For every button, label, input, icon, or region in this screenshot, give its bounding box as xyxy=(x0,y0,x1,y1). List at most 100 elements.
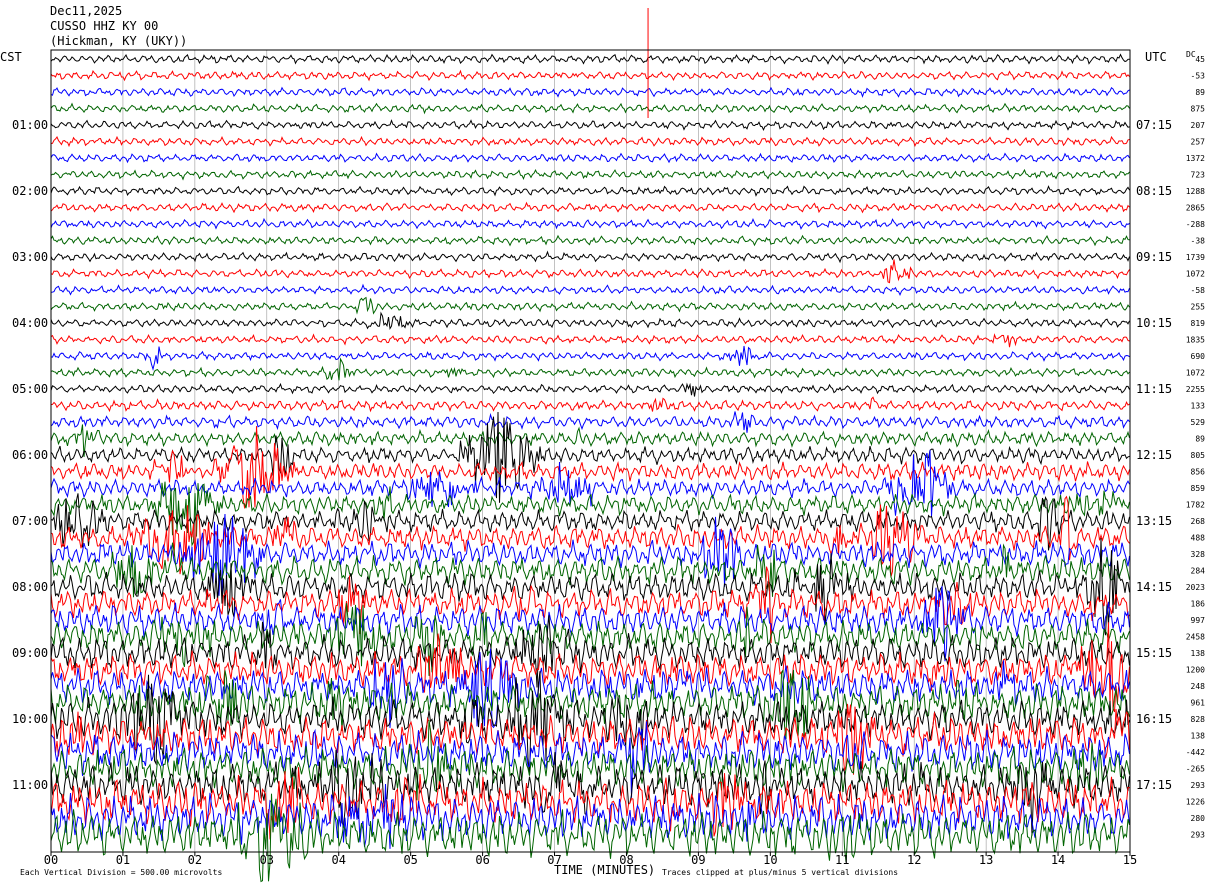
dc-offset-label: 248 xyxy=(1191,682,1206,691)
dc-offset-label: 529 xyxy=(1191,418,1206,427)
dc-offset-label: -288 xyxy=(1186,220,1205,229)
dc-offset-label: 1200 xyxy=(1186,666,1205,675)
footer-scale-note: Each Vertical Division = 500.00 microvol… xyxy=(20,868,222,877)
dc-offset-label: 280 xyxy=(1191,814,1206,823)
seismogram-trace xyxy=(50,283,1130,297)
seismogram-trace xyxy=(50,119,1130,132)
dc-offset-label: 2023 xyxy=(1186,583,1205,592)
right-hour-label: 14:15 xyxy=(1136,580,1172,594)
left-hour-label: 04:00 xyxy=(12,316,48,330)
right-hour-label: 09:15 xyxy=(1136,250,1172,264)
x-tick-label: 10 xyxy=(763,853,777,867)
seismogram-trace xyxy=(50,259,1130,284)
dc-offset-label: 186 xyxy=(1191,600,1206,609)
helicorder-plot: 00 01 02 03 04 05 06 07 08 09 10 11 12 13 14 15 01:0002… xyxy=(0,8,1205,883)
seismogram-trace xyxy=(50,86,1130,98)
seismogram-trace xyxy=(50,345,1130,371)
seismogram-trace xyxy=(50,217,1130,230)
dc-offset-label: -38 xyxy=(1191,237,1206,246)
left-hour-label: 03:00 xyxy=(12,250,48,264)
dc-offset-label: 1835 xyxy=(1186,336,1205,345)
dc-offset-label: 859 xyxy=(1191,484,1206,493)
dc-offset-label: 961 xyxy=(1191,699,1206,708)
dc-offset-label: 89 xyxy=(1195,435,1205,444)
right-hour-label: 08:15 xyxy=(1136,184,1172,198)
x-tick-label: 06 xyxy=(475,853,489,867)
seismogram-trace xyxy=(50,152,1130,164)
seismogram-trace xyxy=(50,357,1130,381)
dc-column-label: DC xyxy=(1186,50,1196,59)
left-hour-label: 01:00 xyxy=(12,118,48,132)
right-hour-label: 17:15 xyxy=(1136,778,1172,792)
x-tick-label: 13 xyxy=(979,853,993,867)
dc-offset-label: 2255 xyxy=(1186,385,1205,394)
seismogram-trace xyxy=(50,53,1130,65)
dc-offset-label: 268 xyxy=(1191,517,1206,526)
left-hour-label: 09:00 xyxy=(12,646,48,660)
x-tick-label: 01 xyxy=(116,853,130,867)
dc-offset-label: 89 xyxy=(1195,88,1205,97)
left-hour-label: 08:00 xyxy=(12,580,48,594)
seismogram-trace xyxy=(50,671,1130,776)
x-axis-label: TIME (MINUTES) xyxy=(554,863,655,877)
dc-offset-label: 488 xyxy=(1191,534,1206,543)
dc-offset-label: 1072 xyxy=(1186,270,1205,279)
x-tick-label: 15 xyxy=(1123,853,1137,867)
x-tick-label: 09 xyxy=(691,853,705,867)
dc-offset-label: 1782 xyxy=(1186,501,1205,510)
dc-offset-label: 2865 xyxy=(1186,204,1205,213)
x-tick-label: 14 xyxy=(1051,853,1065,867)
right-hour-label: 11:15 xyxy=(1136,382,1172,396)
right-hour-label: 15:15 xyxy=(1136,646,1172,660)
dc-offset-labels: 45 -53 89 875 207 257 1372 723 1288 2865 -288 -38 17… xyxy=(1186,55,1205,840)
seismogram-trace xyxy=(50,615,1130,688)
x-tick-label: 00 xyxy=(44,853,58,867)
left-hour-label: 05:00 xyxy=(12,382,48,396)
x-tick-label: 05 xyxy=(403,853,417,867)
seismogram-trace xyxy=(50,250,1130,264)
seismogram-trace xyxy=(50,424,1130,457)
dc-offset-label: 133 xyxy=(1191,402,1206,411)
dc-offset-label: 138 xyxy=(1191,649,1206,658)
dc-offset-label: -265 xyxy=(1186,765,1205,774)
dc-offset-label: 255 xyxy=(1191,303,1206,312)
left-hour-label: 10:00 xyxy=(12,712,48,726)
seismogram-trace xyxy=(50,311,1130,330)
x-tick-label: 04 xyxy=(332,853,346,867)
dc-offset-label: 723 xyxy=(1191,171,1206,180)
dc-offset-label: 1226 xyxy=(1186,798,1205,807)
seismogram-trace xyxy=(50,296,1130,315)
traces-group xyxy=(50,8,1130,883)
dc-offset-label: 805 xyxy=(1191,451,1206,460)
dc-offset-label: 45 xyxy=(1195,55,1205,64)
dc-offset-label: 293 xyxy=(1191,831,1206,840)
right-hour-labels: 07:15 08:15 09:15 10:15 11:15 12:15 13:15 14:15… xyxy=(1136,118,1172,792)
left-hour-label: 06:00 xyxy=(12,448,48,462)
dc-offset-label: 690 xyxy=(1191,352,1206,361)
right-hour-label: 12:15 xyxy=(1136,448,1172,462)
seismogram-trace xyxy=(50,168,1130,181)
dc-offset-label: 997 xyxy=(1191,616,1206,625)
x-tick-label: 11 xyxy=(835,853,849,867)
dc-offset-label: -58 xyxy=(1191,286,1206,295)
dc-offset-label: -442 xyxy=(1186,748,1205,757)
dc-offset-label: 828 xyxy=(1191,715,1206,724)
seismogram-trace xyxy=(50,603,1130,676)
x-tick-label: 03 xyxy=(260,853,274,867)
seismogram-trace xyxy=(50,234,1130,247)
left-hour-labels: 01:00 02:00 03:00 04:00 05:00 06:00 07:00 08:00… xyxy=(12,118,48,792)
right-hour-label: 16:15 xyxy=(1136,712,1172,726)
footer-clip-note: Traces clipped at plus/minus 5 vertical … xyxy=(662,868,898,877)
right-timezone-label: UTC xyxy=(1145,50,1167,64)
dc-offset-label: 1288 xyxy=(1186,187,1205,196)
seismogram-trace xyxy=(50,333,1130,348)
dc-offset-label: 856 xyxy=(1191,468,1206,477)
left-hour-label: 02:00 xyxy=(12,184,48,198)
dc-offset-label: 207 xyxy=(1191,121,1206,130)
seismogram-trace xyxy=(50,396,1130,413)
seismogram-trace xyxy=(50,201,1130,214)
dc-offset-label: 284 xyxy=(1191,567,1206,576)
dc-offset-label: 1372 xyxy=(1186,154,1205,163)
seismogram-trace xyxy=(50,135,1130,148)
left-hour-label: 11:00 xyxy=(12,778,48,792)
